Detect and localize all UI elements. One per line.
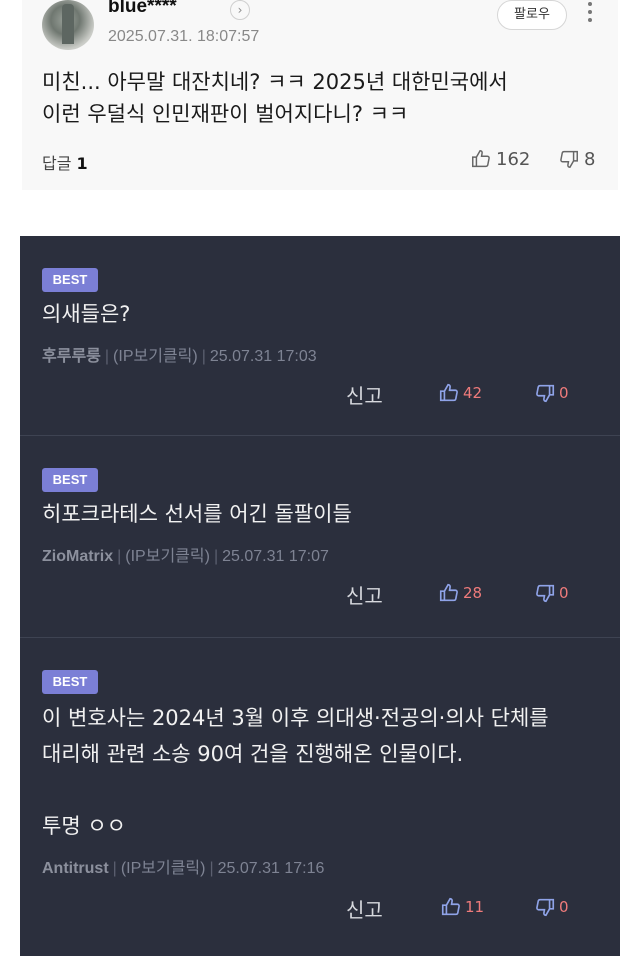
more-vertical-icon[interactable] bbox=[584, 2, 596, 26]
ip-view-link[interactable]: (IP보기클릭) bbox=[121, 860, 206, 877]
comment-meta: 후루루룽 | (IP보기클릭) | 25.07.31 17:03 bbox=[42, 342, 317, 366]
like-count: 42 bbox=[463, 384, 483, 402]
follow-button[interactable]: 팔로우 bbox=[497, 0, 567, 30]
reply-count: 1 bbox=[76, 154, 88, 173]
comment-date: 25.07.31 17:03 bbox=[209, 348, 317, 365]
comment-text: 미친... 아무말 대잔치네? ㅋㅋ 2025년 대한민국에서 이런 우덜식 인… bbox=[42, 66, 602, 130]
best-badge: BEST bbox=[42, 268, 98, 292]
report-button[interactable]: 신고 bbox=[346, 894, 383, 923]
ip-view-link[interactable]: (IP보기클릭) bbox=[125, 548, 210, 565]
meta-separator: | bbox=[104, 348, 110, 365]
comment-meta: Antitrust | (IP보기클릭) | 25.07.31 17:16 bbox=[42, 854, 324, 878]
dislike-count: 0 bbox=[559, 898, 569, 916]
top-comment-card: blue**** › 2025.07.31. 18:07:57 팔로우 미친..… bbox=[22, 0, 618, 190]
best-badge: BEST bbox=[42, 670, 98, 694]
comment-meta: ZioMatrix | (IP보기클릭) | 25.07.31 17:07 bbox=[42, 542, 329, 566]
best-comments-panel: BEST 의새들은? 후루루룽 | (IP보기클릭) | 25.07.31 17:03 … bbox=[20, 236, 620, 956]
thumbs-up-icon bbox=[439, 583, 458, 602]
comment-text-line: 투명 ㅇㅇ bbox=[42, 814, 126, 838]
dislike-button[interactable]: 0 bbox=[534, 896, 569, 918]
reply-button[interactable]: 답글 1 bbox=[42, 150, 88, 174]
like-button[interactable]: 42 bbox=[438, 382, 482, 404]
thumbs-up-icon bbox=[439, 383, 458, 402]
dislike-count: 0 bbox=[559, 384, 569, 402]
comment-text-line: 이 변호사는 2024년 3월 이후 의대생·전공의·의사 단체를 bbox=[42, 706, 549, 730]
comment-timestamp: 2025.07.31. 18:07:57 bbox=[108, 28, 260, 45]
thumbs-down-icon bbox=[560, 150, 578, 168]
thumbs-up-icon bbox=[441, 897, 460, 916]
thumbs-down-icon bbox=[536, 584, 555, 603]
like-count: 28 bbox=[463, 584, 483, 602]
comment-date: 25.07.31 17:16 bbox=[217, 860, 325, 877]
comment-nickname[interactable]: ZioMatrix bbox=[42, 548, 113, 565]
best-badge: BEST bbox=[42, 468, 98, 492]
dislike-button[interactable]: 8 bbox=[558, 148, 595, 170]
report-button[interactable]: 신고 bbox=[346, 580, 383, 609]
meta-separator: | bbox=[117, 548, 122, 565]
report-button[interactable]: 신고 bbox=[346, 380, 383, 409]
best-comment: BEST 히포크라테스 선서를 어긴 돌팔이들 ZioMatrix | (IP보기클… bbox=[20, 436, 620, 638]
comment-text-line: 이런 우덜식 인민재판이 벌어지다니? ㅋㅋ bbox=[42, 102, 409, 126]
thumbs-up-icon bbox=[472, 150, 490, 168]
like-count: 162 bbox=[496, 148, 531, 170]
dislike-button[interactable]: 0 bbox=[534, 382, 569, 404]
thumbs-down-icon bbox=[536, 898, 555, 917]
comment-text-line bbox=[42, 772, 602, 808]
ip-view-link[interactable]: (IP보기클릭) bbox=[113, 348, 198, 365]
like-button[interactable]: 11 bbox=[440, 896, 484, 918]
comment-text-line: 의새들은? bbox=[42, 302, 131, 326]
username[interactable]: blue**** bbox=[108, 0, 177, 18]
comment-text-line: 히포크라테스 선서를 어긴 돌팔이들 bbox=[42, 502, 352, 526]
meta-separator: | bbox=[213, 548, 219, 565]
thumbs-down-icon bbox=[536, 384, 555, 403]
meta-separator: | bbox=[112, 860, 117, 877]
comment-text-line: 미친... 아무말 대잔치네? ㅋㅋ 2025년 대한민국에서 bbox=[42, 70, 508, 94]
like-button[interactable]: 28 bbox=[438, 582, 482, 604]
comment-nickname[interactable]: Antitrust bbox=[42, 860, 109, 877]
meta-separator: | bbox=[201, 348, 206, 365]
comment-text-line: 대리해 관련 소송 90여 건을 진행해온 인물이다. bbox=[42, 742, 464, 766]
dislike-count: 0 bbox=[559, 584, 569, 602]
chevron-right-icon[interactable]: › bbox=[230, 0, 250, 20]
reply-label: 답글 bbox=[42, 154, 72, 173]
meta-separator: | bbox=[209, 860, 214, 877]
like-button[interactable]: 162 bbox=[470, 148, 530, 170]
best-comment: BEST 의새들은? 후루루룽 | (IP보기클릭) | 25.07.31 17:03 … bbox=[20, 236, 620, 436]
comment-date: 25.07.31 17:07 bbox=[222, 548, 329, 565]
like-count: 11 bbox=[465, 898, 485, 916]
avatar[interactable] bbox=[42, 0, 94, 50]
comment-nickname[interactable]: 후루루룽 bbox=[42, 348, 101, 365]
comment-text: 히포크라테스 선서를 어긴 돌팔이들 bbox=[42, 496, 602, 532]
comment-text: 이 변호사는 2024년 3월 이후 의대생·전공의·의사 단체를 대리해 관련… bbox=[42, 700, 602, 844]
best-comment: BEST 이 변호사는 2024년 3월 이후 의대생·전공의·의사 단체를 대… bbox=[20, 638, 620, 956]
comment-text: 의새들은? bbox=[42, 296, 602, 332]
dislike-button[interactable]: 0 bbox=[534, 582, 569, 604]
dislike-count: 8 bbox=[584, 148, 596, 170]
